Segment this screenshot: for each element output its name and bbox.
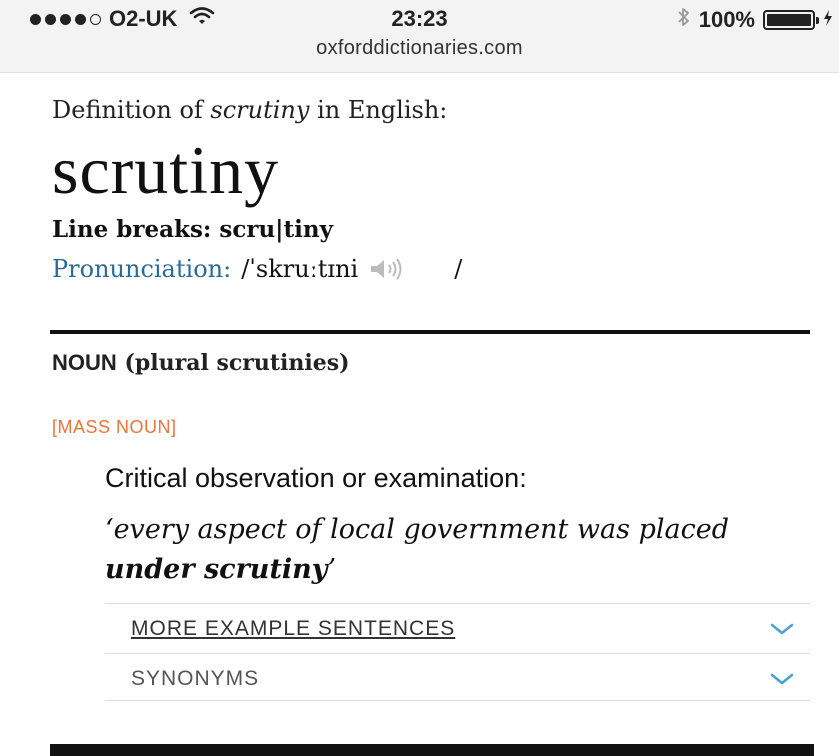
chevron-down-icon bbox=[770, 672, 794, 686]
address-bar-url[interactable]: oxforddictionaries.com bbox=[0, 37, 839, 60]
grammar-label: [MASS NOUN] bbox=[52, 417, 177, 437]
more-example-sentences-toggle[interactable]: MORE EXAMPLE SENTENCES bbox=[105, 603, 810, 654]
example-bold: under scrutiny bbox=[105, 554, 328, 585]
pos-label: NOUN bbox=[52, 350, 117, 375]
example-sentence: ‘every aspect of local government was pl… bbox=[105, 510, 805, 590]
heading-prefix: Definition of bbox=[52, 96, 211, 124]
pronunciation-row: Pronunciation: /ˈskruːtɪni / bbox=[52, 255, 812, 283]
entry-header: Definition of scrutiny in English: scrut… bbox=[52, 90, 812, 283]
heading-suffix: in English: bbox=[309, 96, 448, 124]
more-examples-label: MORE EXAMPLE SENTENCES bbox=[131, 617, 456, 640]
definition-text: Critical observation or examination: bbox=[105, 463, 527, 493]
bluetooth-icon bbox=[677, 6, 691, 34]
example-part1: ‘every aspect of local government was pl… bbox=[105, 514, 729, 545]
example-end: ’ bbox=[327, 554, 337, 585]
charging-icon bbox=[823, 7, 833, 33]
battery-percent: 100% bbox=[698, 7, 755, 32]
chevron-down-icon bbox=[770, 622, 794, 636]
status-right-group: 100% bbox=[677, 6, 833, 34]
speaker-icon[interactable] bbox=[368, 257, 414, 281]
line-breaks: Line breaks: scru|tiny bbox=[52, 216, 333, 243]
headword: scrutiny bbox=[52, 132, 280, 208]
part-of-speech: NOUN (plural scrutinies) bbox=[52, 350, 350, 376]
pronunciation-value: /ˈskruːtɪni bbox=[241, 255, 359, 283]
status-bar: O2-UK 23:23 100% oxforddictionaries.com bbox=[0, 0, 839, 73]
accordion-bottom-divider bbox=[105, 700, 810, 701]
pronunciation-label: Pronunciation: bbox=[52, 255, 232, 283]
bottom-divider-bar bbox=[50, 744, 814, 756]
section-divider bbox=[50, 330, 810, 334]
plural-note: (plural scrutinies) bbox=[124, 350, 350, 376]
definition-heading: Definition of scrutiny in English: bbox=[52, 96, 812, 124]
synonyms-toggle[interactable]: SYNONYMS bbox=[105, 653, 810, 704]
synonyms-label: SYNONYMS bbox=[131, 667, 260, 690]
heading-word: scrutiny bbox=[210, 96, 310, 124]
pronunciation-end: / bbox=[454, 255, 463, 283]
battery-icon bbox=[763, 10, 819, 30]
